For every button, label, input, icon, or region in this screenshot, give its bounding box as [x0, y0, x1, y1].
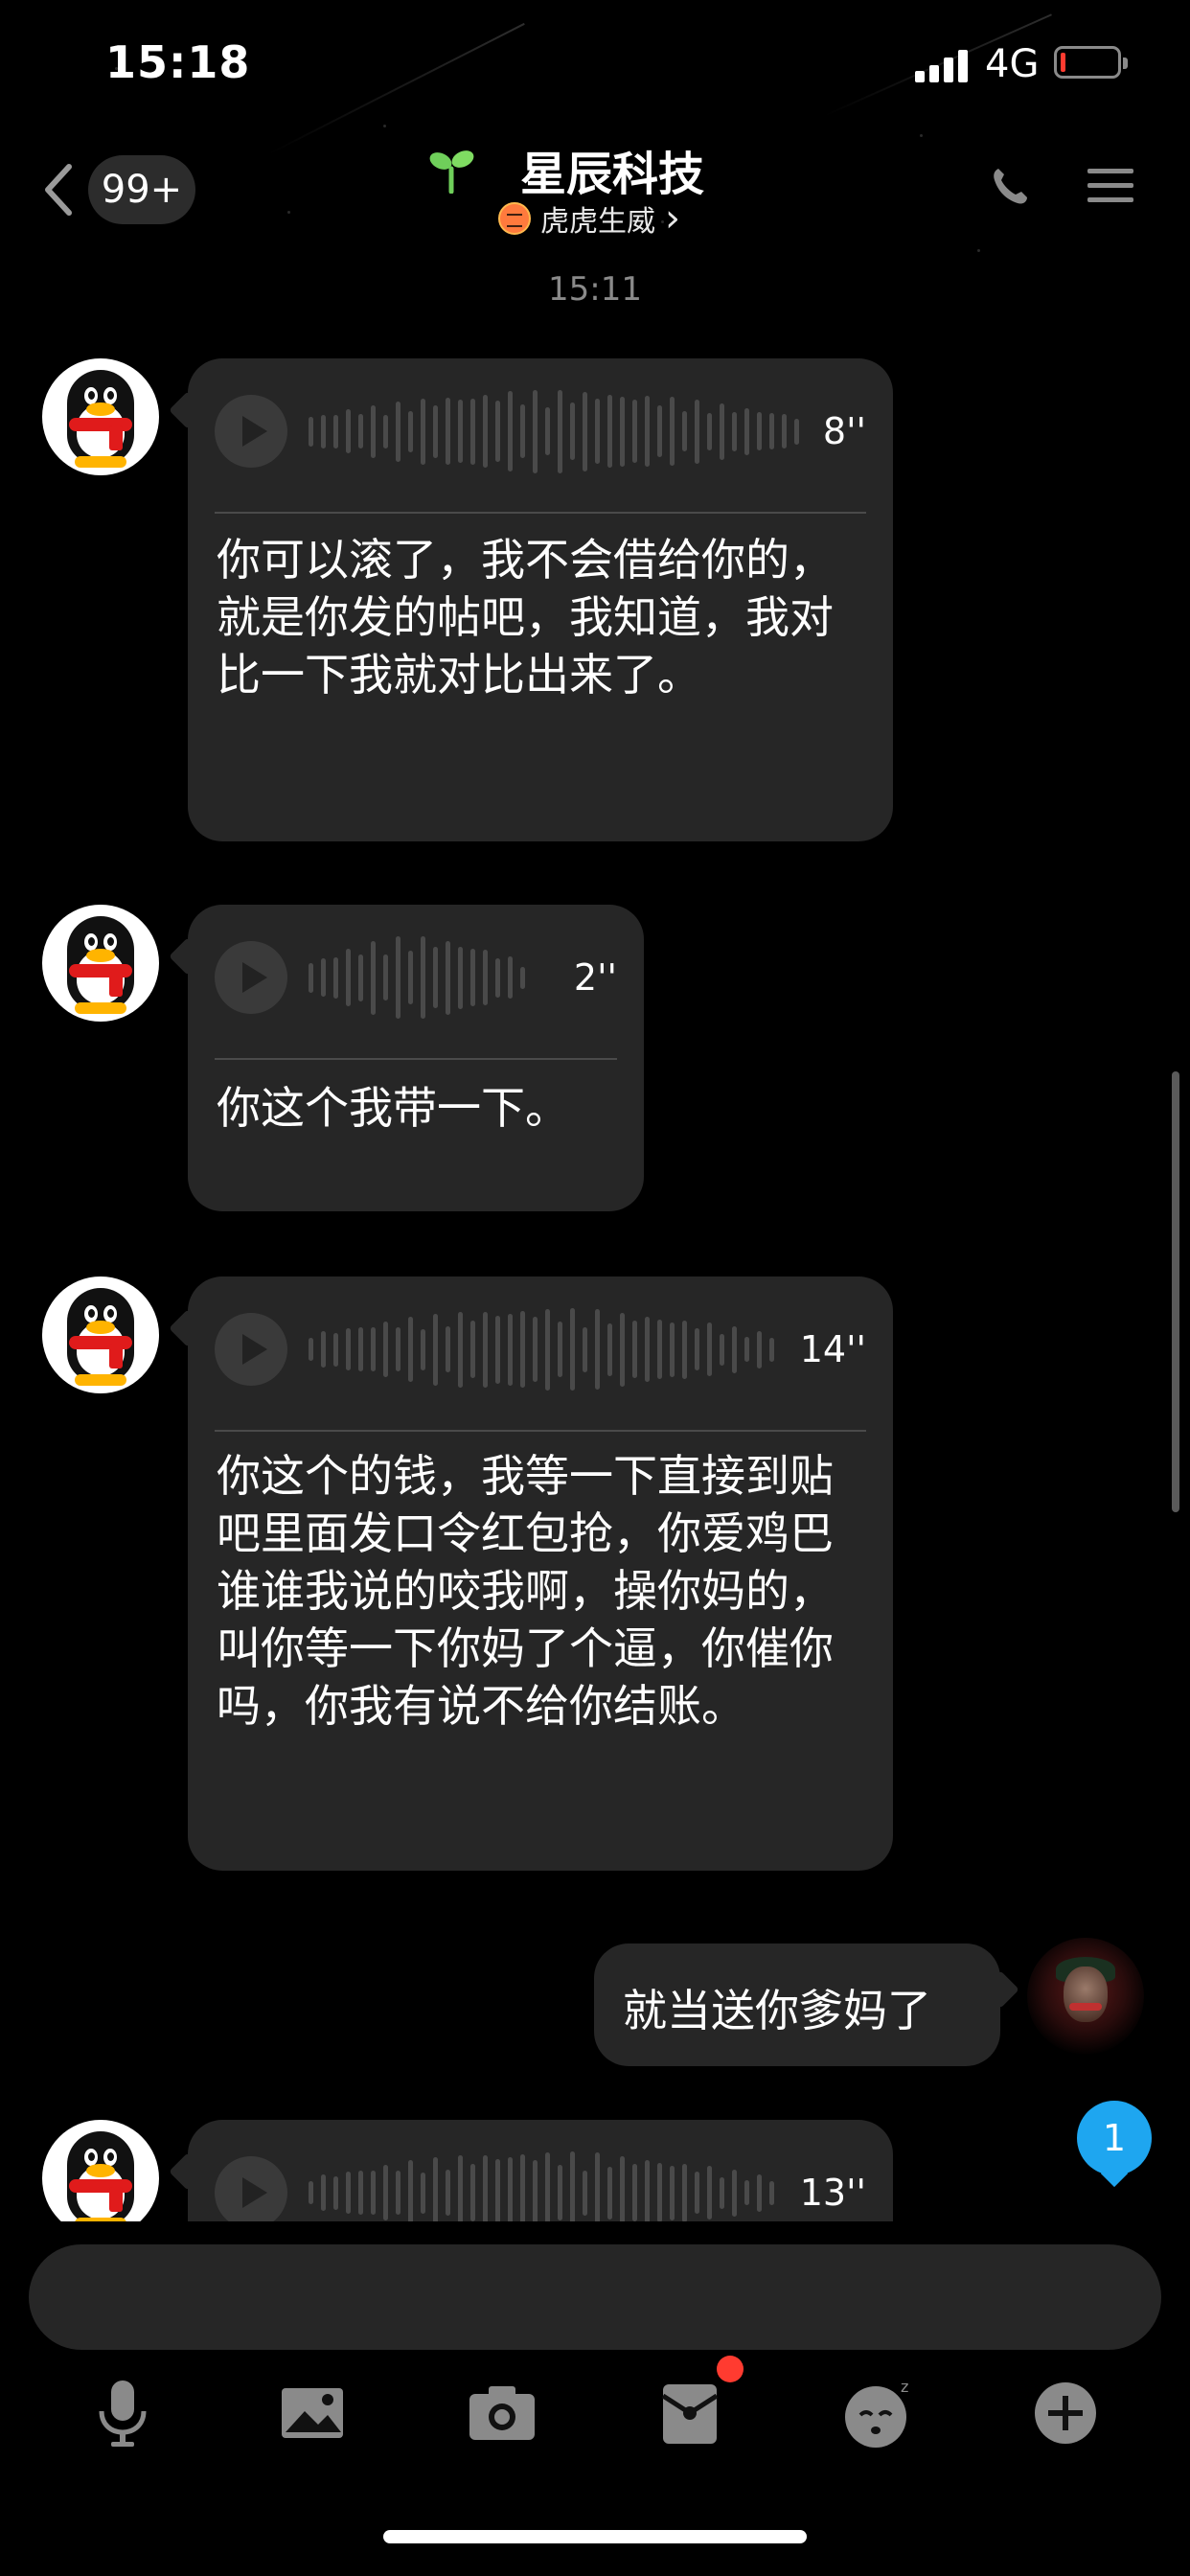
voice-duration: 13'' [799, 2172, 866, 2214]
voice-message-bubble[interactable]: 2'' 你这个我带一下。 [169, 905, 644, 1211]
penguin-icon [42, 1276, 159, 1393]
message-timestamp: 15:11 [548, 270, 642, 309]
penguin-icon [42, 905, 159, 1022]
outgoing-message-text: 就当送你爹妈了 [623, 1985, 931, 2036]
play-icon[interactable] [215, 395, 287, 468]
group-subtitle[interactable]: 虎虎生威 › [498, 196, 680, 241]
voice-message-bubble[interactable]: 14'' 你这个的钱，我等一下直接到贴吧里面发口令红包抢，你爱鸡巴谁谁我说的咬我… [169, 1276, 893, 1871]
microphone-icon[interactable] [84, 2375, 161, 2451]
voice-transcript: 你这个的钱，我等一下直接到贴吧里面发口令红包抢，你爱鸡巴谁谁我说的咬我啊，操你妈… [217, 1450, 834, 1732]
phone-icon[interactable] [987, 163, 1033, 209]
play-icon[interactable] [215, 2156, 287, 2221]
voice-duration: 14'' [799, 1328, 866, 1370]
voice-duration: 8'' [822, 410, 866, 452]
image-icon[interactable] [274, 2375, 351, 2451]
red-packet-icon[interactable] [652, 2375, 728, 2451]
status-time: 15:18 [105, 36, 251, 88]
message-input[interactable] [29, 2244, 1161, 2350]
voice-duration: 2'' [573, 956, 617, 999]
divider [215, 1058, 617, 1060]
outgoing-message-bubble[interactable]: 就当送你爹妈了 [594, 1944, 1019, 2066]
plus-icon[interactable] [1027, 2375, 1104, 2451]
waveform-icon [309, 1305, 785, 1393]
camera-icon[interactable] [464, 2375, 540, 2451]
contact-avatar[interactable] [42, 1276, 159, 1393]
waveform-icon [309, 933, 559, 1022]
home-indicator [383, 2530, 807, 2543]
voice-transcript: 你这个我带一下。 [217, 1082, 569, 1134]
contact-avatar[interactable] [42, 905, 159, 1022]
battery-icon [1054, 46, 1128, 79]
scrollbar[interactable] [1172, 1071, 1179, 1512]
notification-dot [717, 2356, 744, 2382]
message-clip-area: 13'' [0, 2108, 1190, 2221]
emoji-icon[interactable]: z [839, 2375, 916, 2451]
svg-text:z: z [901, 2378, 908, 2396]
contact-avatar[interactable] [42, 358, 159, 475]
chevron-right-icon: › [665, 196, 680, 241]
penguin-icon [42, 358, 159, 475]
play-icon[interactable] [215, 941, 287, 1014]
my-avatar[interactable] [1027, 1938, 1144, 2055]
waveform-icon [309, 2149, 785, 2221]
play-icon[interactable] [215, 1313, 287, 1386]
divider [215, 1430, 866, 1432]
signal-icon [915, 50, 969, 82]
penguin-icon [42, 2120, 159, 2221]
voice-message-bubble[interactable]: 8'' 你可以滚了，我不会借给你的，就是你发的帖吧，我知道，我对比一下我就对比出… [169, 358, 893, 841]
waveform-icon [309, 387, 808, 475]
voice-transcript: 你可以滚了，我不会借给你的，就是你发的帖吧，我知道，我对比一下我就对比出来了。 [217, 534, 834, 701]
divider [215, 512, 866, 514]
tiger-icon [498, 202, 531, 235]
voice-message-bubble[interactable]: 13'' [169, 2120, 893, 2221]
menu-icon[interactable] [1087, 163, 1133, 209]
contact-avatar[interactable] [42, 2120, 159, 2221]
new-message-badge[interactable]: 1 [1077, 2101, 1152, 2175]
network-type: 4G [985, 42, 1040, 86]
subtitle-text: 虎虎生威 [540, 205, 655, 239]
